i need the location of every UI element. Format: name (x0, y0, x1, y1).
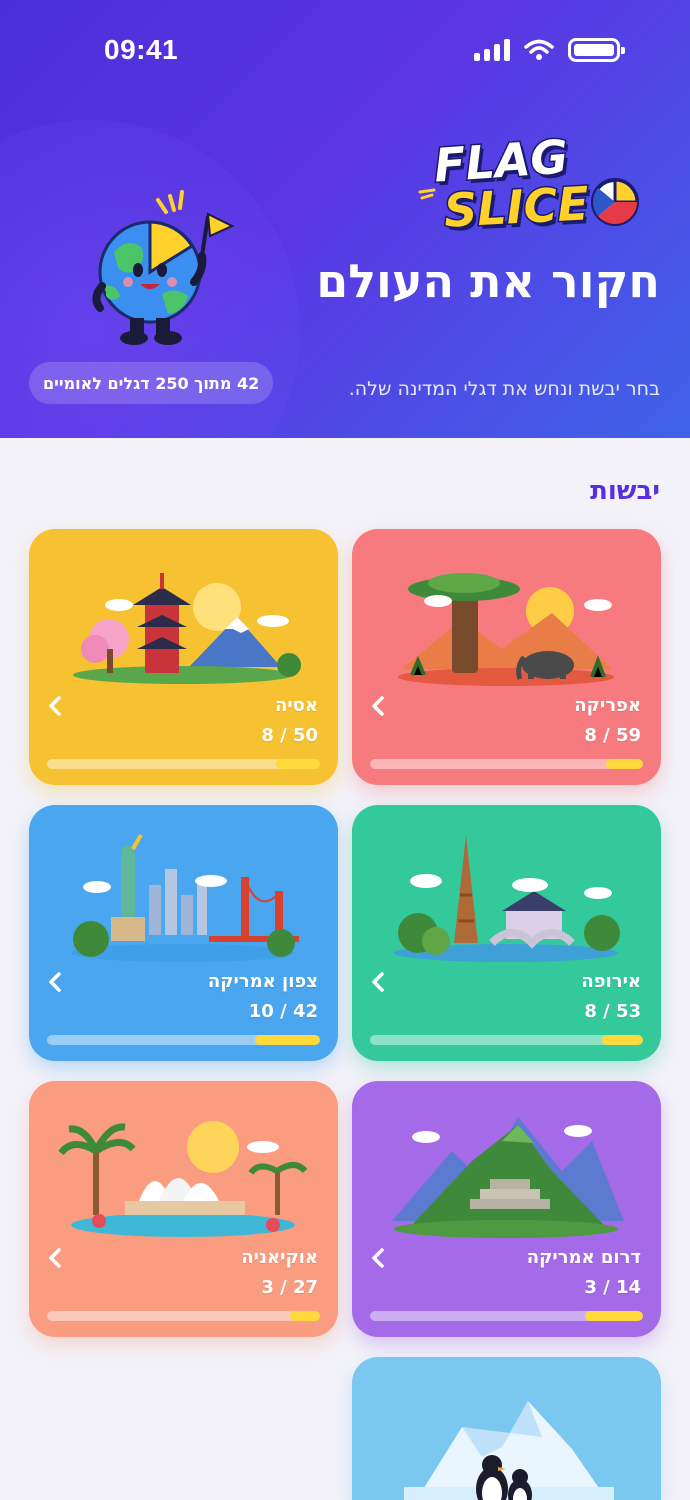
continent-count: 8 / 53 (584, 1001, 641, 1022)
section-title: יבשות (590, 476, 660, 506)
continent-name: דרום אמריקה (526, 1247, 641, 1268)
chevron-left-icon (49, 1248, 61, 1268)
chevron-left-icon (372, 696, 384, 716)
continent-card-oceania[interactable]: אוקיאניה 3 / 27 (29, 1081, 338, 1337)
continent-count: 10 / 42 (248, 1001, 318, 1022)
sparkle-icon (418, 188, 436, 200)
continent-name: צפון אמריקה (207, 971, 318, 992)
status-icons (474, 38, 625, 62)
globe-mascot-icon (92, 190, 235, 345)
continent-card-europe[interactable]: אירופה 8 / 53 (352, 805, 661, 1061)
continent-count: 8 / 59 (584, 725, 641, 746)
continent-card-asia[interactable]: אסיה 8 / 50 (29, 529, 338, 785)
north-america-illustration-icon (71, 834, 299, 962)
continent-name: אוקיאניה (241, 1247, 318, 1268)
progress-bar (370, 759, 643, 769)
continent-card-africa[interactable]: אפריקה 8 / 59 (352, 529, 661, 785)
continent-count: 3 / 27 (261, 1277, 318, 1298)
wifi-icon (524, 39, 554, 60)
antarctica-illustration-icon (404, 1401, 614, 1500)
page-subtitle: בחר יבשת ונחש את דגלי המדינה שלה. (348, 378, 660, 400)
continent-count: 8 / 50 (261, 725, 318, 746)
chevron-left-icon (372, 1248, 384, 1268)
page-title: חקור את העולם (316, 254, 660, 308)
progress-bar-fill (289, 1311, 320, 1321)
europe-illustration-icon (394, 835, 620, 962)
continent-card-antarctica[interactable] (352, 1357, 661, 1500)
continent-name: אסיה (274, 695, 318, 716)
progress-bar-fill (255, 1035, 320, 1045)
progress-bar-fill (584, 1311, 643, 1321)
continent-card-north-america[interactable]: צפון אמריקה 10 / 42 (29, 805, 338, 1061)
progress-bar (47, 759, 320, 769)
flag-pie-icon (591, 178, 639, 226)
continent-card-south-america[interactable]: דרום אמריקה 3 / 14 (352, 1081, 661, 1337)
app-logo: FLAG SLICE (418, 128, 654, 239)
progress-bar (47, 1311, 320, 1321)
signal-icon (474, 39, 510, 61)
continent-count: 3 / 14 (584, 1277, 641, 1298)
progress-bar-fill (276, 759, 320, 769)
progress-bar (47, 1035, 320, 1045)
overall-progress-badge: 42 מתוך 250 דגלים לאומיים (29, 362, 274, 404)
progress-bar-fill (601, 1035, 643, 1045)
battery-icon (568, 38, 625, 62)
continent-name: אירופה (581, 971, 641, 992)
asia-illustration-icon (73, 573, 301, 684)
status-time: 09:41 (104, 34, 179, 65)
chevron-left-icon (49, 696, 61, 716)
progress-bar (370, 1311, 643, 1321)
oceania-illustration-icon (58, 1121, 308, 1237)
continent-name: אפריקה (574, 695, 641, 716)
chevron-left-icon (372, 972, 384, 992)
chevron-left-icon (49, 972, 61, 992)
africa-illustration-icon (398, 573, 614, 686)
south-america-illustration-icon (392, 1117, 624, 1238)
progress-bar (370, 1035, 643, 1045)
hero-header: 09:41 FLAG SLICE חקור את העולם בחר יבשת … (0, 0, 690, 438)
progress-bar-fill (605, 759, 643, 769)
